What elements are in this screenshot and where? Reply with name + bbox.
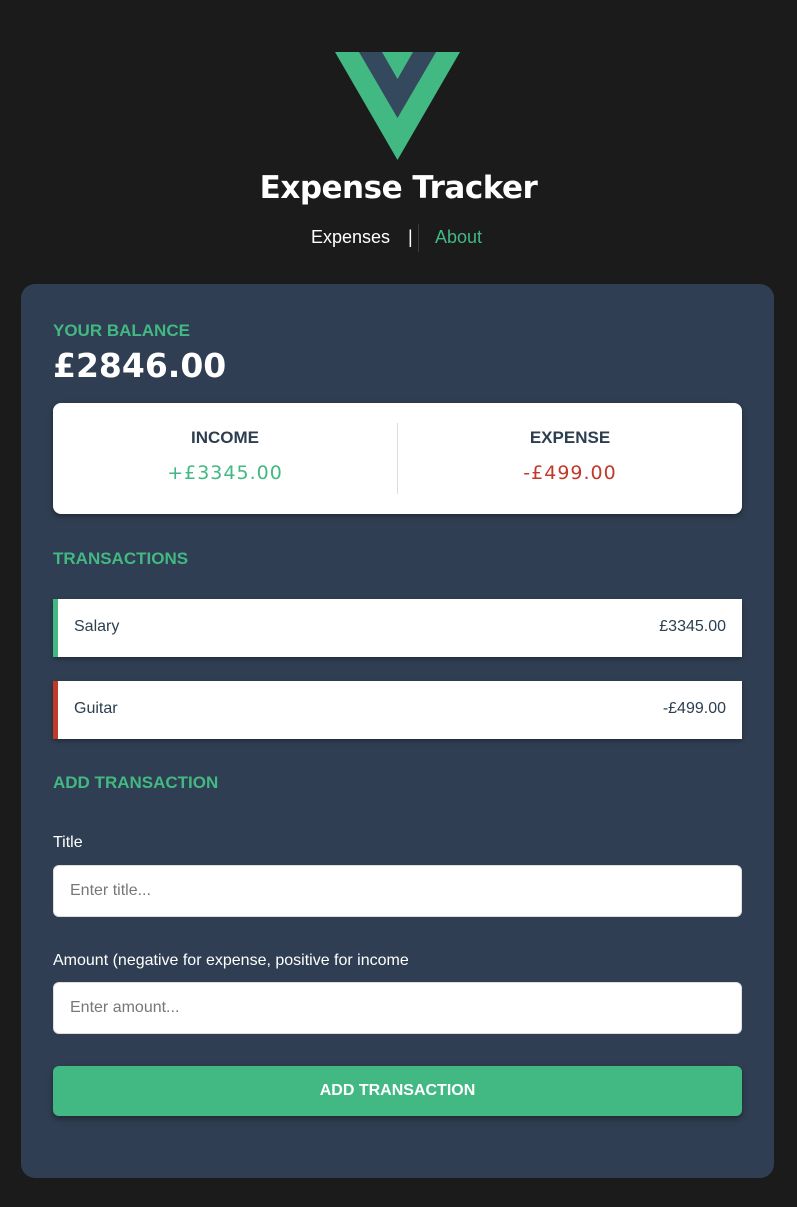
- transaction-title: Salary: [74, 618, 120, 635]
- add-transaction-button[interactable]: ADD TRANSACTION: [53, 1066, 742, 1116]
- transactions-heading: TRANSACTIONS: [53, 549, 189, 568]
- list-item[interactable]: Salary £3345.00: [53, 599, 742, 657]
- add-transaction-heading: ADD TRANSACTION: [53, 773, 219, 792]
- transaction-amount: £3345.00: [659, 618, 726, 635]
- balance-label: YOUR BALANCE: [53, 321, 190, 340]
- main-nav: Expenses | About: [0, 224, 797, 252]
- transaction-amount: -£499.00: [662, 700, 726, 717]
- list-item[interactable]: Guitar -£499.00: [53, 681, 742, 739]
- title-input[interactable]: [53, 865, 742, 917]
- expense-value: -£499.00: [523, 462, 617, 484]
- vue-logo-icon: [335, 52, 460, 160]
- income-column: INCOME +£3345.00: [53, 403, 397, 514]
- tracker-card: YOUR BALANCE £2846.00 INCOME +£3345.00 E…: [21, 284, 774, 1178]
- expense-label: EXPENSE: [529, 428, 611, 447]
- nav-divider: [418, 224, 419, 252]
- app-title: Expense Tracker: [259, 170, 538, 206]
- nav-separator: |: [408, 227, 413, 247]
- balance-value: £2846.00: [53, 346, 227, 385]
- income-value: +£3345.00: [167, 462, 283, 484]
- expense-column: EXPENSE -£499.00: [398, 403, 742, 514]
- amount-input[interactable]: [53, 982, 742, 1034]
- nav-link-expenses[interactable]: Expenses: [311, 227, 390, 248]
- amount-field-label: Amount (negative for expense, positive f…: [53, 952, 409, 969]
- income-label: INCOME: [191, 428, 259, 447]
- income-expense-summary: INCOME +£3345.00 EXPENSE -£499.00: [53, 403, 742, 514]
- nav-link-about[interactable]: About: [435, 227, 482, 248]
- title-field-label: Title: [53, 834, 83, 851]
- transaction-title: Guitar: [74, 700, 118, 717]
